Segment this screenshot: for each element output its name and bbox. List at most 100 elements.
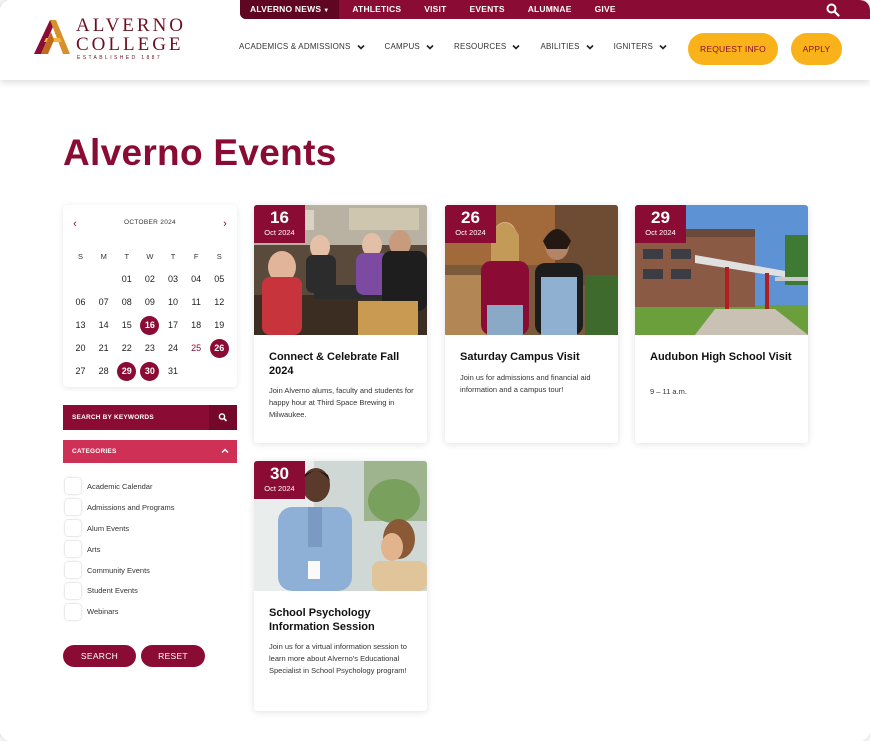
event-title[interactable]: Connect & Celebrate Fall 2024 bbox=[269, 350, 419, 378]
event-description: Join Alverno alums, faculty and students… bbox=[269, 386, 414, 419]
search-icon[interactable] bbox=[826, 3, 840, 17]
calendar-day: 22 bbox=[115, 339, 138, 358]
utility-nav-events[interactable]: EVENTS bbox=[469, 0, 504, 19]
chevron-down-icon bbox=[512, 44, 521, 50]
calendar-day: 09 bbox=[138, 293, 161, 312]
category-label: Admissions and Programs bbox=[87, 502, 175, 512]
chevron-up-icon bbox=[221, 448, 229, 454]
calendar-day-number: 06 bbox=[75, 297, 86, 307]
category-item[interactable]: Alum Events bbox=[65, 518, 175, 539]
nav-campus[interactable]: CAMPUS bbox=[385, 42, 434, 51]
event-description: Join us for admissions and financial aid… bbox=[460, 373, 591, 394]
caret-down-icon: ▼ bbox=[323, 8, 330, 14]
utility-nav-label: ALVERNO NEWS bbox=[250, 4, 322, 14]
nav-label: ACADEMICS & ADMISSIONS bbox=[239, 42, 351, 51]
search-button[interactable]: SEARCH bbox=[63, 645, 136, 667]
category-item[interactable]: Community Events bbox=[65, 560, 175, 581]
calendar-empty-cell bbox=[92, 270, 115, 289]
date-month: Oct 2024 bbox=[264, 228, 295, 237]
calendar-day: 03 bbox=[162, 270, 185, 289]
category-checkbox[interactable] bbox=[65, 582, 81, 599]
categories-label: CATEGORIES bbox=[72, 448, 117, 455]
category-label: Academic Calendar bbox=[87, 481, 153, 491]
calendar-day: 24 bbox=[162, 339, 185, 358]
chevron-down-icon bbox=[586, 44, 594, 50]
event-card[interactable]: 26 Oct 2024 Saturday Campus Visit Join u… bbox=[445, 205, 618, 443]
calendar-day: 08 bbox=[115, 293, 138, 312]
calendar-month-label: OCTOBER 2024 bbox=[124, 219, 176, 226]
weekday-label: W bbox=[146, 251, 154, 261]
calendar-day-number: 16 bbox=[140, 316, 160, 335]
calendar-day: 21 bbox=[92, 339, 115, 358]
event-card[interactable]: 16 Oct 2024 Connect & Celebrate Fall 202… bbox=[254, 205, 427, 443]
category-item[interactable]: Webinars bbox=[65, 601, 175, 622]
category-checkbox[interactable] bbox=[65, 520, 81, 537]
utility-nav-athletics[interactable]: ATHLETICS bbox=[352, 0, 401, 19]
calendar-day: 19 bbox=[208, 316, 231, 335]
category-label: Webinars bbox=[87, 607, 119, 617]
event-card[interactable]: 30 Oct 2024 School Psychology Informatio… bbox=[254, 461, 427, 711]
reset-button[interactable]: RESET bbox=[141, 645, 205, 667]
event-title[interactable]: School Psychology Information Session bbox=[269, 606, 419, 634]
category-item[interactable]: Admissions and Programs bbox=[65, 497, 175, 518]
calendar-day: 17 bbox=[162, 316, 185, 335]
calendar-day: 23 bbox=[138, 339, 161, 358]
apply-button[interactable]: APPLY bbox=[791, 33, 842, 65]
calendar-day-number: 27 bbox=[75, 366, 86, 376]
calendar-day-number: 22 bbox=[121, 343, 132, 353]
calendar-week-row: 27 28 29 30 31 bbox=[69, 360, 231, 383]
calendar-day: 25 bbox=[185, 339, 208, 358]
calendar-day-number: 17 bbox=[168, 320, 179, 330]
categories-toggle[interactable]: CATEGORIES bbox=[63, 440, 237, 463]
calendar-day-number: 02 bbox=[144, 274, 155, 284]
date-badge: 30 Oct 2024 bbox=[254, 461, 305, 499]
calendar-day: 27 bbox=[69, 362, 92, 381]
calendar-event-day[interactable]: 30 bbox=[138, 362, 161, 381]
search-by-keywords-toggle[interactable]: SEARCH BY KEYWORDS bbox=[63, 405, 237, 430]
category-checkbox[interactable] bbox=[65, 562, 81, 578]
main-nav: ACADEMICS & ADMISSIONS CAMPUS RESOURCES … bbox=[239, 42, 682, 51]
calendar-day: 11 bbox=[185, 293, 208, 312]
alverno-logo[interactable]: ALVERNO COLLEGE ESTABLISHED 1887 bbox=[32, 16, 184, 61]
calendar-day-number: 29 bbox=[117, 362, 137, 381]
category-item[interactable]: Student Events bbox=[65, 580, 175, 601]
chevron-down-icon bbox=[659, 44, 667, 50]
date-day: 16 bbox=[270, 208, 289, 227]
nav-igniters[interactable]: IGNITERS bbox=[614, 42, 667, 51]
calendar-event-day[interactable]: 26 bbox=[208, 339, 231, 358]
calendar-week-row: 01 02 03 04 05 bbox=[69, 268, 231, 291]
utility-nav-visit[interactable]: VISIT bbox=[424, 0, 446, 19]
calendar-day-number: 04 bbox=[191, 274, 202, 284]
calendar-day: 05 bbox=[208, 270, 231, 289]
date-month: Oct 2024 bbox=[645, 228, 676, 237]
nav-abilities[interactable]: ABILITIES bbox=[540, 42, 594, 51]
category-checkbox[interactable] bbox=[65, 541, 81, 558]
calendar-event-day[interactable]: 29 bbox=[115, 362, 138, 381]
nav-academics-admissions[interactable]: ACADEMICS & ADMISSIONS bbox=[239, 42, 365, 51]
keyword-search-button[interactable] bbox=[209, 405, 237, 430]
category-item[interactable]: Academic Calendar bbox=[65, 476, 175, 497]
calendar-day-number: 15 bbox=[121, 320, 132, 330]
event-title[interactable]: Saturday Campus Visit bbox=[460, 350, 610, 364]
chevron-right-icon[interactable]: › bbox=[218, 217, 232, 231]
calendar-day: 20 bbox=[69, 339, 92, 358]
nav-resources[interactable]: RESOURCES bbox=[454, 42, 521, 51]
request-info-button[interactable]: REQUEST INFO bbox=[688, 33, 778, 65]
utility-nav-alverno-news[interactable]: ALVERNO NEWS ▼ bbox=[240, 0, 340, 19]
category-label: Community Events bbox=[87, 565, 150, 575]
category-checkbox[interactable] bbox=[65, 603, 81, 620]
calendar-grid: S M T W T F S 01 02 03 04 05 06 07 08 09 10 11 12 13 14 15 16… bbox=[69, 245, 231, 383]
date-badge: 29 Oct 2024 bbox=[635, 205, 686, 243]
category-item[interactable]: Arts bbox=[65, 539, 175, 560]
calendar-day-number: 30 bbox=[140, 362, 160, 381]
category-checkbox[interactable] bbox=[65, 478, 81, 495]
utility-nav-give[interactable]: GIVE bbox=[595, 0, 616, 19]
calendar-day-number: 20 bbox=[75, 343, 86, 353]
calendar-event-day[interactable]: 16 bbox=[138, 316, 161, 335]
event-card[interactable]: 29 Oct 2024 Audubon High School Visit 9 … bbox=[635, 205, 808, 443]
utility-nav-alumnae[interactable]: ALUMNAE bbox=[528, 0, 572, 19]
calendar-day: 06 bbox=[69, 293, 92, 312]
event-title[interactable]: Audubon High School Visit bbox=[650, 350, 800, 364]
category-checkbox[interactable] bbox=[65, 499, 81, 516]
nav-label: ABILITIES bbox=[540, 42, 580, 51]
